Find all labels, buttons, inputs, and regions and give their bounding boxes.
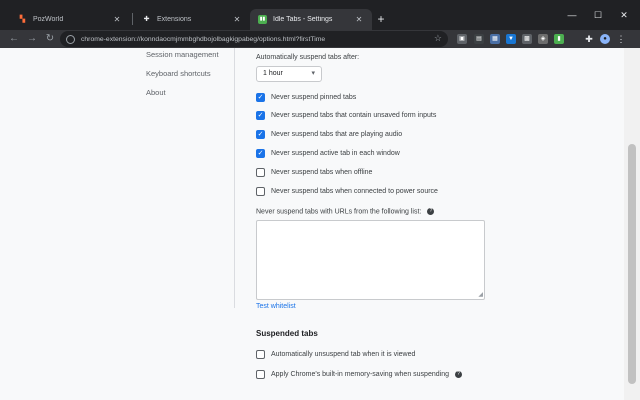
tab-idle-tabs-settings[interactable]: ▮▮ Idle Tabs - Settings ✕	[250, 9, 372, 30]
resize-grip-icon[interactable]: ◢	[478, 291, 483, 298]
tab-title: Extensions	[157, 16, 192, 23]
checkbox-label: Never suspend tabs when connected to pow…	[271, 188, 438, 195]
tab-pozworld[interactable]: ▚ PozWorld ✕	[10, 9, 130, 30]
settings-page: Session management Keyboard shortcuts Ab…	[0, 48, 624, 400]
extension-page-icon	[66, 34, 75, 44]
help-icon[interactable]: ?	[454, 371, 462, 378]
tab-strip: ▚ PozWorld ✕ ✚ Extensions ✕ ▮▮ Idle Tabs…	[0, 0, 640, 30]
tab-extensions[interactable]: ✚ Extensions ✕	[134, 9, 250, 30]
extension-icon[interactable]: ▣	[457, 34, 467, 44]
close-icon[interactable]: ✕	[112, 15, 122, 24]
idle-tabs-extension-icon[interactable]: ▮	[554, 34, 564, 44]
checkbox-label: Never suspend tabs that contain unsaved …	[271, 112, 437, 119]
back-button[interactable]: ←	[6, 31, 22, 47]
checkbox-row[interactable]: Never suspend tabs when offline	[256, 168, 372, 177]
help-icon[interactable]: ?	[427, 208, 435, 215]
new-tab-button[interactable]: +	[374, 11, 388, 27]
minimize-button[interactable]: —	[562, 6, 582, 24]
window-close-button[interactable]: ✕	[614, 6, 634, 24]
forward-button[interactable]: →	[24, 31, 40, 47]
reload-button[interactable]: ↻	[42, 31, 58, 47]
whitelist-label-text: Never suspend tabs with URLs from the fo…	[256, 208, 422, 216]
checkbox-checked[interactable]: ✓	[256, 111, 265, 120]
checkbox-row[interactable]: Automatically unsuspend tab when it is v…	[256, 350, 415, 359]
checkbox-label: Never suspend active tab in each window	[271, 150, 400, 157]
close-icon[interactable]: ✕	[232, 15, 242, 24]
extension-icon[interactable]: ▼	[506, 34, 516, 44]
tab-title: PozWorld	[33, 16, 64, 23]
extensions-puzzle-icon[interactable]: ✚	[584, 34, 594, 44]
url-text: chrome-extension://konndaocmjmmbghdbojol…	[81, 35, 326, 43]
extension-icon[interactable]: ▦	[490, 34, 500, 44]
checkbox-row[interactable]: ✓ Never suspend pinned tabs	[256, 93, 356, 102]
checkbox-label: Automatically unsuspend tab when it is v…	[271, 351, 416, 358]
page-scrollbar[interactable]	[624, 48, 640, 400]
close-icon[interactable]: ✕	[354, 15, 364, 24]
tab-title: Idle Tabs - Settings	[273, 16, 333, 23]
test-whitelist-link[interactable]: Test whitelist	[256, 303, 296, 310]
suspend-after-value: 1 hour	[263, 70, 283, 77]
sidebar-item-about[interactable]: About	[146, 88, 166, 97]
checkbox-row[interactable]: ✓ Never suspend tabs that are playing au…	[256, 130, 402, 139]
sidebar-item-session-management[interactable]: Session management	[146, 50, 219, 59]
checkbox-row[interactable]: ✓ Never suspend tabs that contain unsave…	[256, 111, 436, 120]
tab-separator	[132, 13, 133, 25]
profile-avatar[interactable]: ●	[600, 34, 610, 44]
checkbox-checked[interactable]: ✓	[256, 130, 265, 139]
menu-kebab-icon[interactable]: ⋮	[616, 34, 626, 44]
bookmark-star-icon[interactable]: ☆	[434, 33, 442, 44]
checkbox-unchecked[interactable]	[256, 187, 265, 196]
checkbox-unchecked[interactable]	[256, 168, 265, 177]
suspend-after-select[interactable]: 1 hour ▾	[256, 66, 322, 82]
checkbox-row[interactable]: Never suspend tabs when connected to pow…	[256, 187, 438, 196]
suspended-tabs-heading: Suspended tabs	[256, 329, 318, 338]
maximize-button[interactable]: ☐	[588, 6, 608, 24]
checkbox-row[interactable]: Apply Chrome's built-in memory-saving wh…	[256, 370, 462, 379]
pozworld-icon: ▚	[19, 16, 26, 23]
sidebar-item-keyboard-shortcuts[interactable]: Keyboard shortcuts	[146, 69, 211, 78]
browser-toolbar: ← → ↻ chrome-extension://konndaocmjmmbgh…	[0, 30, 640, 48]
whitelist-textarea[interactable]: ◢	[256, 220, 485, 300]
checkbox-label: Never suspend tabs when offline	[271, 169, 373, 176]
checkbox-label: Never suspend pinned tabs	[271, 94, 357, 101]
address-bar[interactable]: chrome-extension://konndaocmjmmbghdbojol…	[60, 31, 448, 47]
checkbox-unchecked[interactable]	[256, 350, 265, 359]
checkbox-checked[interactable]: ✓	[256, 149, 265, 158]
whitelist-label: Never suspend tabs with URLs from the fo…	[256, 208, 435, 216]
checkbox-label: Never suspend tabs that are playing audi…	[271, 131, 403, 138]
extension-icon[interactable]: ▤	[474, 34, 484, 44]
puzzle-icon: ✚	[143, 16, 150, 23]
extension-icon[interactable]: ▩	[522, 34, 532, 44]
suspend-after-label: Automatically suspend tabs after:	[256, 54, 360, 61]
chevron-down-icon: ▾	[311, 70, 315, 77]
checkbox-checked[interactable]: ✓	[256, 93, 265, 102]
idle-tabs-icon: ▮▮	[258, 15, 267, 24]
sidebar-divider	[234, 48, 235, 308]
scrollbar-thumb[interactable]	[628, 144, 636, 384]
checkbox-row[interactable]: ✓ Never suspend active tab in each windo…	[256, 149, 400, 158]
checkbox-unchecked[interactable]	[256, 370, 265, 379]
checkbox-label: Apply Chrome's built-in memory-saving wh…	[271, 371, 449, 378]
extension-icon[interactable]: ◈	[538, 34, 548, 44]
